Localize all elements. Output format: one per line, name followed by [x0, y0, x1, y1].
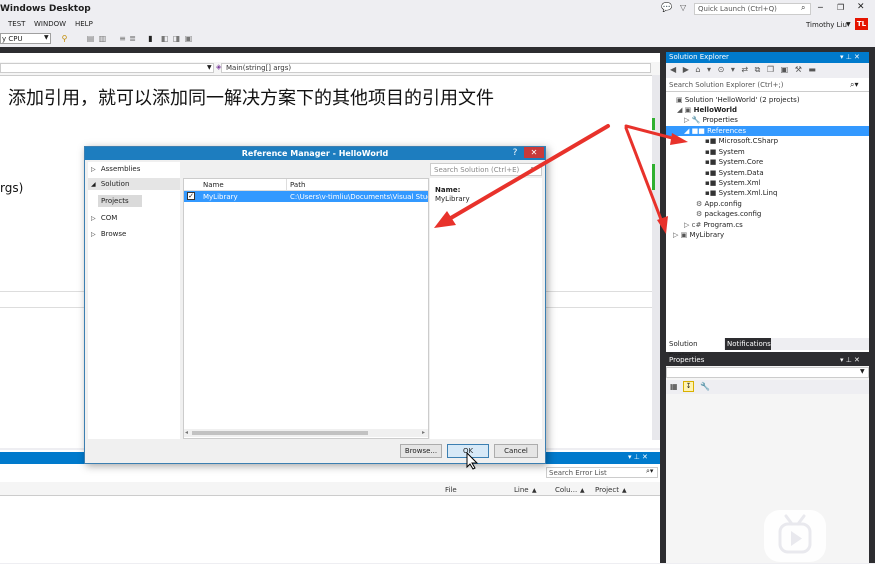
video-play-badge	[764, 510, 826, 562]
arrow-to-mylibrary	[624, 126, 668, 234]
play-icon	[778, 514, 812, 554]
annotation-arrows	[434, 124, 688, 234]
arrow-to-reference-list	[434, 124, 610, 228]
arrow-to-references	[624, 124, 688, 145]
